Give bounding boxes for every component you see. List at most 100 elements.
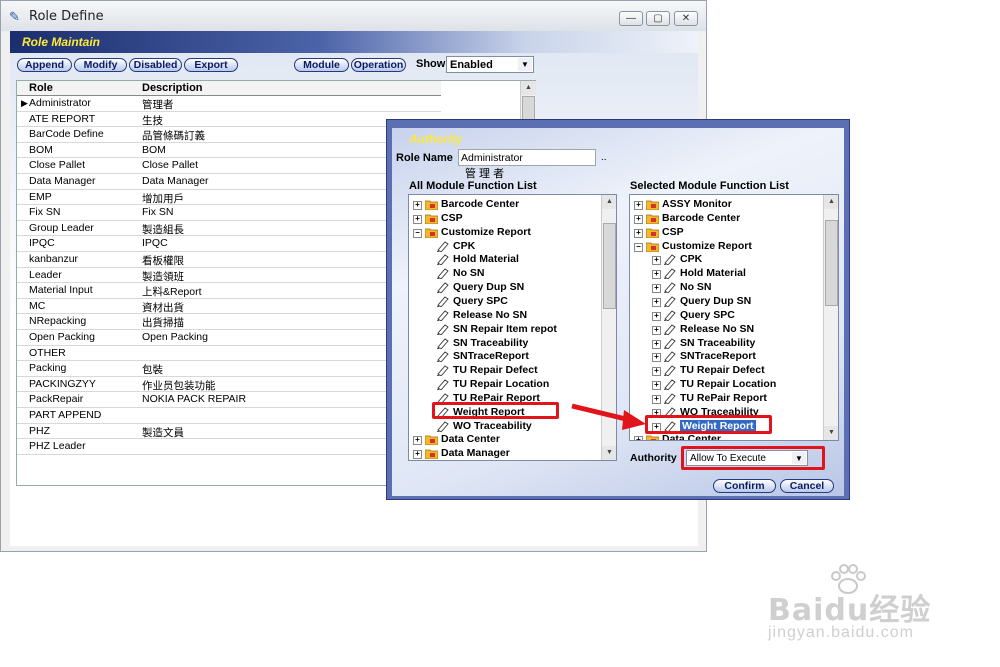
pencil-icon: [436, 324, 449, 336]
table-row[interactable]: Group Leader 製造組長: [17, 221, 441, 237]
tree-node-label: Customize Report: [662, 239, 752, 252]
description-cell: Fix SN: [142, 206, 174, 219]
table-row[interactable]: MC 資材出貨: [17, 299, 441, 315]
tree-node-label: Query Dup SN: [453, 281, 525, 294]
expand-icon[interactable]: +: [413, 214, 422, 224]
pencil-icon: [663, 296, 676, 308]
table-row[interactable]: Material Input 上料&Report: [17, 283, 441, 299]
tree-node-label: Barcode Center: [662, 211, 741, 224]
table-row[interactable]: Open Packing Open Packing: [17, 330, 441, 346]
table-row[interactable]: Packing 包裝: [17, 361, 441, 377]
table-row[interactable]: PackRepair NOKIA PACK REPAIR: [17, 392, 441, 408]
description-cell: BOM: [142, 143, 166, 156]
expand-icon[interactable]: +: [652, 297, 661, 307]
role-cell: BOM: [29, 143, 53, 156]
table-row[interactable]: PART APPEND: [17, 408, 441, 424]
table-row[interactable]: NRepacking 出貨掃描: [17, 314, 441, 330]
tree-node-label: Hold Material: [453, 253, 519, 266]
scroll-thumb[interactable]: [603, 223, 616, 309]
title-bar[interactable]: ✎ Role Define — ▢ ✕: [1, 1, 706, 31]
collapse-icon[interactable]: −: [413, 228, 422, 238]
right-tree-scrollbar[interactable]: ▲ ▼: [823, 195, 838, 440]
table-row[interactable]: Administrator 管理者: [17, 96, 441, 112]
table-row[interactable]: kanbanzur 看板權限: [17, 252, 441, 268]
column-header-role[interactable]: Role: [29, 82, 53, 94]
expand-icon[interactable]: +: [634, 201, 643, 210]
table-row[interactable]: PHZ 製造文員: [17, 424, 441, 440]
description-cell: Open Packing: [142, 331, 208, 343]
expand-icon[interactable]: +: [652, 381, 661, 391]
expand-icon[interactable]: +: [652, 311, 661, 321]
operation-button[interactable]: Operation: [351, 58, 406, 72]
scroll-up-arrow-icon[interactable]: ▲: [602, 195, 616, 209]
scroll-thumb[interactable]: [825, 220, 838, 306]
table-row[interactable]: PHZ Leader: [17, 439, 441, 455]
tree-node-label: CSP: [662, 225, 684, 238]
authority-label: Authority: [630, 452, 677, 464]
table-row[interactable]: PACKINGZYY 作业员包装功能: [17, 377, 441, 393]
table-row[interactable]: Fix SN Fix SN: [17, 205, 441, 221]
table-row[interactable]: Leader 製造領班: [17, 268, 441, 284]
pencil-icon: [663, 324, 676, 336]
baidu-watermark: Baidu经验 jingyan.baidu.com: [768, 564, 968, 650]
role-name-more[interactable]: ..: [601, 152, 607, 163]
pencil-icon: [663, 310, 676, 322]
description-cell: 管理者: [142, 99, 174, 111]
pencil-icon: [663, 254, 676, 266]
pencil-icon: [436, 421, 449, 433]
expand-icon[interactable]: +: [652, 256, 661, 266]
role-cell: EMP: [29, 190, 52, 203]
pencil-icon: [436, 282, 449, 294]
expand-icon[interactable]: +: [652, 353, 661, 363]
description-cell: 生技: [142, 114, 163, 127]
table-row[interactable]: EMP 增加用戶: [17, 190, 441, 206]
expand-icon[interactable]: +: [413, 201, 422, 210]
role-cell: Open Packing: [29, 331, 95, 343]
close-button[interactable]: ✕: [674, 11, 698, 26]
expand-icon[interactable]: +: [652, 284, 661, 294]
expand-icon[interactable]: +: [652, 270, 661, 280]
disabled-button[interactable]: Disabled: [129, 58, 182, 72]
table-row[interactable]: IPQC IPQC: [17, 236, 441, 252]
role-name-value: Administrator: [461, 152, 523, 164]
expand-icon[interactable]: +: [413, 450, 422, 460]
column-header-description[interactable]: Description: [142, 82, 203, 94]
modify-button[interactable]: Modify: [74, 58, 127, 72]
folder-icon: [424, 213, 439, 225]
expand-icon[interactable]: +: [652, 394, 661, 404]
cancel-button[interactable]: Cancel: [780, 479, 834, 493]
scroll-up-arrow-icon[interactable]: ▲: [824, 195, 838, 209]
scroll-up-arrow-icon[interactable]: ▲: [521, 81, 536, 95]
scroll-down-arrow-icon[interactable]: ▼: [602, 446, 616, 460]
role-cell: ATE REPORT: [29, 112, 96, 125]
tree-node-label: TU Repair Location: [453, 378, 550, 391]
expand-icon[interactable]: +: [634, 436, 643, 440]
table-row[interactable]: BOM BOM: [17, 143, 441, 159]
table-row[interactable]: Data Manager Data Manager: [17, 174, 441, 190]
expand-icon[interactable]: +: [413, 436, 422, 446]
description-cell: 出貨掃描: [142, 317, 184, 330]
expand-icon[interactable]: +: [652, 325, 661, 335]
table-row[interactable]: ATE REPORT 生技: [17, 112, 441, 128]
expand-icon[interactable]: +: [634, 214, 643, 224]
pencil-icon: [663, 365, 676, 377]
export-button[interactable]: Export: [184, 58, 238, 72]
minimize-button[interactable]: —: [619, 11, 643, 26]
chevron-down-icon[interactable]: ▼: [518, 58, 532, 71]
expand-icon[interactable]: +: [652, 339, 661, 349]
scroll-down-arrow-icon[interactable]: ▼: [824, 426, 838, 440]
role-name-field[interactable]: Administrator: [458, 149, 596, 166]
expand-icon[interactable]: +: [652, 367, 661, 377]
table-row[interactable]: BarCode Define 品管條碼訂義: [17, 127, 441, 143]
table-row[interactable]: Close Pallet Close Pallet: [17, 158, 441, 174]
confirm-button[interactable]: Confirm: [713, 479, 776, 493]
collapse-icon[interactable]: −: [634, 242, 643, 252]
maximize-button[interactable]: ▢: [646, 11, 670, 26]
table-row[interactable]: OTHER: [17, 346, 441, 362]
role-cell: PACKINGZYY: [29, 377, 96, 390]
show-select[interactable]: Enabled ▼: [446, 56, 534, 73]
module-button[interactable]: Module: [294, 58, 349, 72]
expand-icon[interactable]: +: [634, 228, 643, 238]
folder-icon: [645, 199, 660, 211]
append-button[interactable]: Append: [17, 58, 72, 72]
